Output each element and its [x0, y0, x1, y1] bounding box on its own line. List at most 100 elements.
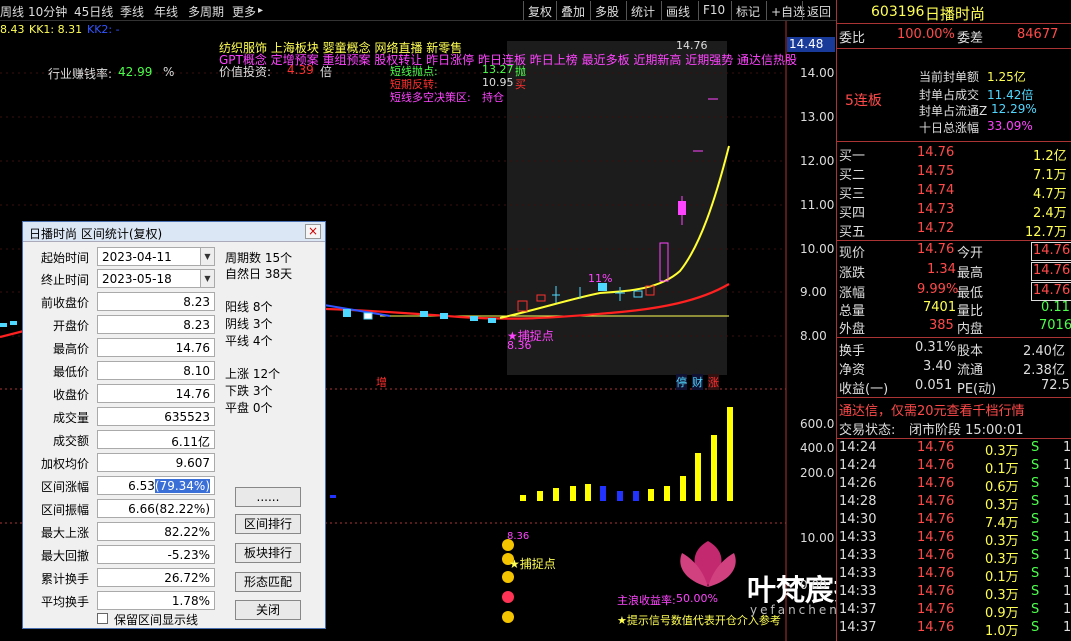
more-arrow-icon[interactable]: ▸ — [258, 5, 263, 16]
chevron-down-icon[interactable]: ▼ — [200, 270, 214, 287]
y-tick: 13.00 — [800, 110, 835, 124]
back-button[interactable]: 返回 — [802, 1, 835, 20]
mark-button[interactable]: 标记 — [731, 1, 764, 20]
range-rank-button[interactable]: 区间排行 — [235, 514, 301, 534]
tick-n: 1 — [1063, 476, 1071, 491]
bid-price: 14.75 — [917, 164, 955, 179]
tick-p: 14.76 — [917, 530, 955, 545]
tab-year[interactable]: 年线 — [154, 3, 178, 20]
y-tick: 11.00 — [800, 198, 835, 212]
up-count: 上涨 12个 — [225, 367, 281, 381]
short-decision-label: 短线多空决策区: — [390, 91, 471, 104]
stat-label: 最高价 — [52, 342, 89, 356]
ad-banner[interactable]: 通达信，仅需20元查看千档行情 — [839, 400, 1025, 419]
tab-45day[interactable]: 45日线 — [74, 3, 113, 20]
start-time-select[interactable]: 2023-04-11 ▼ — [97, 247, 215, 266]
tick-n: 1 — [1063, 548, 1071, 563]
tab-multi-period[interactable]: 多周期 — [188, 3, 224, 20]
yang-count: 阳线 8个 — [225, 300, 273, 314]
tick-n: 1 — [1063, 458, 1071, 473]
bid-price: 14.74 — [917, 183, 955, 198]
bid-volume: 7.1万 — [1033, 168, 1067, 183]
tick-v: 0.3万 — [985, 552, 1019, 567]
tab-more[interactable]: 更多 — [232, 3, 256, 20]
stat-value: 8.23 — [97, 292, 215, 311]
short-point-value: 13.27 — [482, 63, 514, 76]
badge-zhang: 涨 — [708, 374, 719, 390]
draw-line-button[interactable]: 画线 — [661, 1, 694, 20]
tick-n: 1 — [1063, 602, 1071, 617]
tick-s: S — [1031, 440, 1040, 455]
stat-value: 6.11亿 — [97, 430, 215, 449]
bid-label: 买一 — [839, 149, 866, 164]
chevron-down-icon[interactable]: ▼ — [200, 248, 214, 265]
fuquan-button[interactable]: 复权 — [523, 1, 556, 20]
sub-capture-label: ★捕捉点 — [509, 557, 556, 571]
stat-label: 最高 — [957, 266, 984, 281]
stat-label: 收益(一) — [839, 382, 889, 397]
keep-range-checkbox[interactable] — [97, 613, 108, 624]
tick-t: 14:28 — [839, 494, 877, 509]
indicator-value-a: 8.43 — [0, 23, 25, 36]
quote-header: 603196 日播时尚 — [837, 0, 1071, 24]
industry-profit-unit: % — [163, 65, 175, 79]
natural-days: 自然日 38天 — [225, 267, 293, 281]
tick-p: 14.76 — [917, 602, 955, 617]
multi-stock-button[interactable]: 多股 — [590, 1, 623, 20]
range-stats-dialog: 日播时尚 区间统计(复权) × 起始时间 2023-04-11 ▼ 终止时间 20… — [22, 221, 326, 629]
zeng-badge: 增 — [376, 376, 387, 389]
indicator-kk1: KK1: 8.31 — [29, 23, 83, 36]
tick-n: 1 — [1063, 512, 1071, 527]
dialog-close-button[interactable]: × — [305, 224, 321, 239]
f10-button[interactable]: F10 — [698, 1, 729, 20]
board-count: 5连板 — [845, 93, 882, 109]
stat-value: 2.38亿 — [1023, 363, 1065, 378]
down-count: 下跌 3个 — [225, 384, 273, 398]
statistics-button[interactable]: 统计 — [626, 1, 659, 20]
stat-label: 今开 — [957, 246, 984, 261]
bid-price: 14.72 — [917, 221, 955, 236]
dialog-title-bar[interactable]: 日播时尚 区间统计(复权) × — [23, 222, 325, 242]
stat-label: 换手 — [839, 344, 866, 359]
tick-s: S — [1031, 530, 1040, 545]
stat-label: 平均换手 — [40, 595, 89, 609]
y-tick: 8.00 — [800, 329, 827, 343]
overlay-button[interactable]: 叠加 — [556, 1, 589, 20]
capture-price-label: 8.36 — [507, 339, 532, 352]
vol-tick: 600.0 — [800, 417, 835, 431]
y-tick: 10.00 — [800, 242, 835, 256]
stat-label: 最大上涨 — [40, 526, 89, 540]
candle — [343, 309, 351, 317]
tick-p: 14.76 — [917, 476, 955, 491]
current-price-marker: 14.48 — [787, 37, 835, 52]
stat-label: 开盘价 — [52, 319, 89, 333]
tick-t: 14:24 — [839, 440, 877, 455]
stat-value: 0.31% — [915, 340, 957, 355]
wb-label: 委比 — [839, 31, 866, 46]
stat-value: 14.76 — [97, 338, 215, 357]
tick-n: 1 — [1063, 440, 1071, 455]
end-time-select[interactable]: 2023-05-18 ▼ — [97, 269, 215, 288]
stat-label: 现价 — [839, 246, 866, 261]
tab-quarter[interactable]: 季线 — [120, 3, 144, 20]
sub-tick: 10.00 — [800, 531, 835, 545]
value-invest-label: 价值投资: — [219, 65, 272, 79]
end-time-label: 终止时间 — [40, 273, 89, 287]
stat-label: 内盘 — [957, 322, 984, 337]
main-profit-value: 50.00% — [676, 592, 718, 605]
short-rev-value: 10.95 — [482, 76, 514, 89]
tab-10min[interactable]: 10分钟 — [28, 3, 67, 20]
flat-count: 平线 4个 — [225, 334, 273, 348]
bid-price: 14.76 — [917, 145, 955, 160]
tick-n: 1 — [1063, 530, 1071, 545]
close-button[interactable]: 关闭 — [235, 600, 301, 620]
industry-profit-value: 42.99 — [118, 65, 153, 79]
vol-tick: 200.0 — [800, 466, 835, 480]
stat-value: 2.40亿 — [1023, 344, 1065, 359]
more-button[interactable]: ...... — [235, 487, 301, 507]
sector-rank-button[interactable]: 板块排行 — [235, 543, 301, 563]
stat-value: 8.10 — [97, 361, 215, 380]
tab-week[interactable]: 周线 — [0, 3, 24, 20]
pattern-match-button[interactable]: 形态匹配 — [235, 572, 301, 592]
info-value: 33.09% — [987, 119, 1033, 133]
